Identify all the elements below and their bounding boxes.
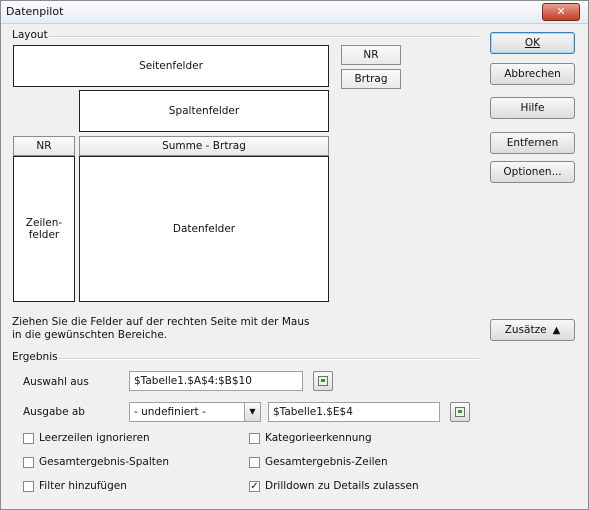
shrink-icon: [455, 407, 465, 417]
field-nr-label: NR: [363, 49, 379, 61]
checkbox-box[interactable]: [249, 432, 260, 444]
page-fields-label: Seitenfelder: [139, 60, 203, 72]
options-button[interactable]: Optionen...: [490, 161, 575, 183]
checkbox-box[interactable]: [23, 456, 34, 468]
close-button[interactable]: ✕: [542, 3, 580, 21]
selection-from-label: Auswahl aus: [23, 376, 89, 388]
ok-button[interactable]: OK: [490, 32, 575, 54]
data-fields-label: Datenfelder: [172, 223, 236, 235]
shrink-icon: [318, 376, 328, 386]
layout-separator: [49, 36, 479, 38]
remove-label: Entfernen: [506, 137, 559, 149]
page-fields-zone[interactable]: Seitenfelder: [13, 45, 329, 87]
data-field-summe-button[interactable]: Summe - Brtrag: [79, 136, 329, 156]
checkbox-label: Gesamtergebnis-Spalten: [39, 456, 169, 468]
help-label: Hilfe: [520, 102, 545, 114]
more-label: Zusätze: [504, 324, 547, 336]
more-button[interactable]: Zusätze ▲: [490, 319, 575, 341]
output-range-select[interactable]: - undefiniert - ▼: [129, 402, 261, 422]
help-button[interactable]: Hilfe: [490, 97, 575, 119]
selection-shrink-button[interactable]: [313, 371, 333, 391]
layout-group-label: Layout: [12, 29, 48, 41]
cancel-button[interactable]: Abbrechen: [490, 63, 575, 85]
result-separator: [59, 358, 479, 360]
checkbox-add-filter[interactable]: Filter hinzufügen: [23, 480, 127, 492]
window-title: Datenpilot: [6, 5, 64, 18]
checkbox-label: Filter hinzufügen: [39, 480, 127, 492]
row-field-nr-button[interactable]: NR: [13, 136, 75, 156]
checkbox-ignore-empty-rows[interactable]: Leerzeilen ignorieren: [23, 432, 150, 444]
output-shrink-button[interactable]: [450, 402, 470, 422]
field-nr-button[interactable]: NR: [341, 45, 401, 65]
field-brtrag-label: Brtrag: [354, 73, 388, 85]
ok-label: OK: [524, 37, 541, 49]
row-field-nr-label: NR: [36, 140, 52, 152]
checkbox-label: Leerzeilen ignorieren: [39, 432, 150, 444]
datenpilot-dialog: Datenpilot ✕ Layout Seitenfelder Spalten…: [0, 0, 589, 510]
output-to-label: Ausgabe ab: [23, 406, 85, 418]
result-group-label: Ergebnis: [12, 351, 58, 363]
cancel-label: Abbrechen: [504, 68, 561, 80]
remove-button[interactable]: Entfernen: [490, 132, 575, 154]
field-brtrag-button[interactable]: Brtrag: [341, 69, 401, 89]
row-fields-zone[interactable]: Zeilen-felder: [13, 156, 75, 302]
row-fields-label: Zeilen-felder: [25, 217, 63, 241]
checkbox-label: Gesamtergebnis-Zeilen: [265, 456, 388, 468]
checkbox-box[interactable]: [23, 432, 34, 444]
column-fields-label: Spaltenfelder: [168, 105, 240, 117]
checkbox-label: Drilldown zu Details zulassen: [265, 480, 419, 492]
data-field-summe-label: Summe - Brtrag: [162, 140, 246, 152]
data-fields-zone[interactable]: Datenfelder: [79, 156, 329, 302]
chevron-down-icon[interactable]: ▼: [244, 403, 260, 421]
layout-hint-text: Ziehen Sie die Felder auf der rechten Se…: [12, 316, 310, 341]
title-bar[interactable]: Datenpilot ✕: [1, 1, 588, 24]
output-range-select-value: - undefiniert -: [134, 406, 206, 418]
checkbox-box[interactable]: [23, 480, 34, 492]
close-icon: ✕: [556, 5, 566, 18]
up-arrow-icon: ▲: [552, 324, 561, 336]
checkbox-box[interactable]: [249, 456, 260, 468]
checkbox-box[interactable]: ✓: [249, 480, 260, 492]
column-fields-zone[interactable]: Spaltenfelder: [79, 90, 329, 132]
checkbox-total-rows[interactable]: Gesamtergebnis-Zeilen: [249, 456, 388, 468]
output-to-input[interactable]: $Tabelle1.$E$4: [268, 402, 440, 422]
checkbox-enable-drilldown[interactable]: ✓ Drilldown zu Details zulassen: [249, 480, 419, 492]
checkbox-label: Kategorieerkennung: [265, 432, 372, 444]
selection-from-input[interactable]: $Tabelle1.$A$4:$B$10: [129, 371, 303, 391]
checkbox-category-detection[interactable]: Kategorieerkennung: [249, 432, 372, 444]
options-label: Optionen...: [503, 166, 562, 178]
checkbox-total-columns[interactable]: Gesamtergebnis-Spalten: [23, 456, 169, 468]
